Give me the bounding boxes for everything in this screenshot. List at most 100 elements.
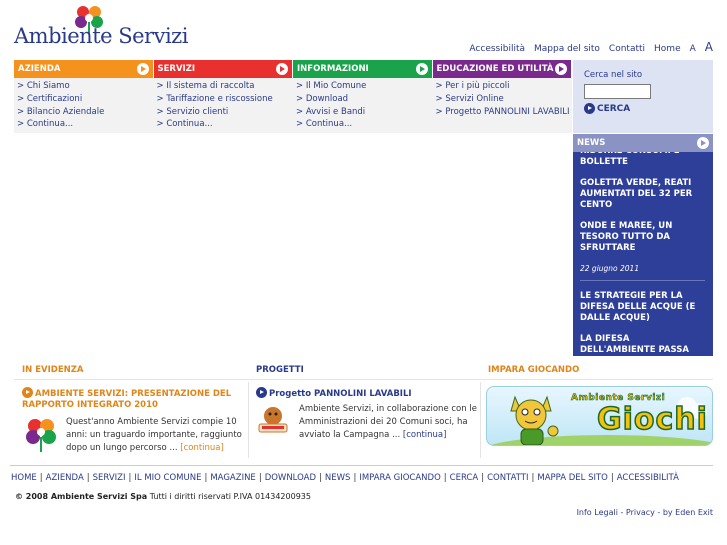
submenu-azienda: > Chi Siamo > Certificazioni > Bilancio … xyxy=(14,78,154,133)
progetti-continua-link[interactable]: [continua] xyxy=(403,430,447,440)
tab-educazione-label: EDUCAZIONE ED UTILITÀ xyxy=(436,64,554,74)
footer-divider xyxy=(10,465,713,466)
arrow-right-icon xyxy=(22,387,33,398)
tab-informazioni-label: INFORMAZIONI xyxy=(297,64,369,74)
legal-links[interactable]: Info Legali - Privacy - by Eden Exit xyxy=(577,508,713,517)
topnav-contatti-link[interactable]: Contatti xyxy=(609,44,645,54)
copyright-company: © 2008 Ambiente Servizi Spa xyxy=(15,492,148,501)
submenu-link[interactable]: > Il Mio Comune xyxy=(296,80,433,93)
footer-separator: | xyxy=(128,473,132,483)
news-item[interactable]: LA DIFESA DELL'AMBIENTE PASSA ANCHE PER xyxy=(580,334,705,356)
news-item[interactable]: ONDE E MAREE, UN TESORO TUTTO DA SFRUTTA… xyxy=(580,221,705,254)
arrow-right-icon[interactable] xyxy=(697,137,709,149)
section-title-impara: IMPARA GIOCANDO xyxy=(488,365,580,375)
news-date: 22 giugno 2011 xyxy=(580,264,705,281)
tab-servizi[interactable]: SERVIZI xyxy=(153,60,293,78)
footer-separator: | xyxy=(39,473,43,483)
footer-link-mio-comune[interactable]: IL MIO COMUNE xyxy=(134,473,201,483)
submenu-link[interactable]: > Download xyxy=(296,93,433,106)
submenu-link[interactable]: > Continua... xyxy=(296,118,433,131)
tab-servizi-label: SERVIZI xyxy=(157,64,196,74)
arrow-right-icon[interactable] xyxy=(276,63,288,75)
footer-link-cerca[interactable]: CERCA xyxy=(450,473,479,483)
text-size-large-button[interactable]: A xyxy=(705,40,713,54)
footer-link-azienda[interactable]: AZIENDA xyxy=(46,473,84,483)
footer-separator: | xyxy=(481,473,485,483)
footer-separator: | xyxy=(443,473,447,483)
tab-azienda[interactable]: AZIENDA xyxy=(14,60,154,78)
section-divider xyxy=(14,379,713,380)
arrow-right-icon xyxy=(584,103,595,114)
cat-mascot-image xyxy=(510,395,559,445)
tab-educazione[interactable]: EDUCAZIONE ED UTILITÀ xyxy=(432,60,572,78)
news-panel: NEWS RIDURRE CONSUMI E BOLLETTE GOLETTA … xyxy=(573,134,713,356)
news-item[interactable]: LE STRATEGIE PER LA DIFESA DELLE ACQUE (… xyxy=(580,291,705,324)
submenu-link[interactable]: > Chi Siamo xyxy=(17,80,154,93)
footer-link-impara[interactable]: IMPARA GIOCANDO xyxy=(359,473,440,483)
evidenza-headline[interactable]: AMBIENTE SERVIZI: PRESENTAZIONE DEL RAPP… xyxy=(22,387,242,411)
submenu-link[interactable]: > Servizio clienti xyxy=(157,106,294,119)
footer-separator: | xyxy=(204,473,208,483)
section-title-progetti: PROGETTI xyxy=(256,365,304,375)
submenu-informazioni: > Il Mio Comune > Download > Avvisi e Ba… xyxy=(293,78,433,133)
submenu-link[interactable]: > Continua... xyxy=(17,118,154,131)
news-title: NEWS xyxy=(577,138,606,148)
topnav-accessibilita-link[interactable]: Accessibilità xyxy=(469,44,525,54)
footer-navigation: HOME | AZIENDA | SERVIZI | IL MIO COMUNE | M… xyxy=(11,473,679,483)
footer-link-accessibilita[interactable]: ACCESSIBILITÀ xyxy=(617,473,679,483)
news-header[interactable]: NEWS xyxy=(573,134,713,152)
footer-link-download[interactable]: DOWNLOAD xyxy=(265,473,316,483)
submenu-educazione: > Per i più piccoli > Servizi Online > P… xyxy=(433,78,573,133)
submenu-link[interactable]: > Avvisi e Bandi xyxy=(296,106,433,119)
submenu-link[interactable]: > Tariffazione e riscossione xyxy=(157,93,294,106)
footer-link-contatti[interactable]: CONTATTI xyxy=(487,473,528,483)
column-divider xyxy=(480,382,481,458)
main-menu: AZIENDA SERVIZI INFORMAZIONI EDUCAZIONE … xyxy=(14,60,572,78)
tab-informazioni[interactable]: INFORMAZIONI xyxy=(293,60,433,78)
progetti-body: Ambiente Servizi, in collaborazione con … xyxy=(299,404,477,440)
submenu-link[interactable]: > Progetto PANNOLINI LAVABILI xyxy=(436,106,573,119)
arrow-right-icon[interactable] xyxy=(555,63,567,75)
text-size-small-button[interactable]: A xyxy=(690,44,696,54)
arrow-right-icon[interactable] xyxy=(415,63,428,75)
arrow-right-icon xyxy=(256,387,267,398)
evidenza-continua-link[interactable]: [continua] xyxy=(180,443,224,453)
submenu-link[interactable]: > Il sistema di raccolta xyxy=(157,80,294,93)
topnav-home-link[interactable]: Home xyxy=(654,44,681,54)
search-input[interactable] xyxy=(584,84,651,99)
search-button-label: CERCA xyxy=(597,103,631,114)
search-button[interactable]: CERCA xyxy=(584,103,713,114)
submenu-link[interactable]: > Per i più piccoli xyxy=(436,80,573,93)
footer-link-mappa[interactable]: MAPPA DEL SITO xyxy=(537,473,608,483)
footer-link-servizi[interactable]: SERVIZI xyxy=(93,473,126,483)
submenu-link[interactable]: > Servizi Online xyxy=(436,93,573,106)
news-ticker: RIDURRE CONSUMI E BOLLETTE GOLETTA VERDE… xyxy=(573,146,713,356)
footer-separator: | xyxy=(86,473,90,483)
submenu-servizi: > Il sistema di raccolta > Tariffazione … xyxy=(154,78,294,133)
copyright-rest: Tutti i diritti riservati P.IVA 01434200… xyxy=(147,492,311,501)
copyright: © 2008 Ambiente Servizi Spa Tutti i diri… xyxy=(15,492,311,501)
arrow-right-icon[interactable] xyxy=(136,63,149,75)
games-banner[interactable]: Ambiente Servizi Giochi xyxy=(486,386,713,446)
footer-separator: | xyxy=(353,473,357,483)
clover-logo-icon xyxy=(26,419,56,452)
tab-azienda-label: AZIENDA xyxy=(18,64,61,74)
submenu-link[interactable]: > Continua... xyxy=(157,118,294,131)
progetti-headline[interactable]: Progetto PANNOLINI LAVABILI xyxy=(256,387,412,399)
diaper-project-image xyxy=(258,407,288,433)
footer-separator: | xyxy=(319,473,322,483)
submenu-link[interactable]: > Bilancio Aziendale xyxy=(17,106,154,119)
footer-link-magazine[interactable]: MAGAZINE xyxy=(210,473,255,483)
search-box: Cerca nel sito CERCA xyxy=(573,60,713,133)
news-item[interactable]: GOLETTA VERDE, REATI AUMENTATI DEL 32 PE… xyxy=(580,178,705,211)
site-logo[interactable]: Ambiente Servizi xyxy=(14,4,188,52)
news-item[interactable]: BOLLETTE xyxy=(580,157,705,168)
brand-name: Ambiente Servizi xyxy=(14,24,188,48)
submenu-link[interactable]: > Certificazioni xyxy=(17,93,154,106)
footer-link-home[interactable]: HOME xyxy=(11,473,37,483)
submenu-panel: > Chi Siamo > Certificazioni > Bilancio … xyxy=(14,78,572,133)
search-label: Cerca nel sito xyxy=(584,70,643,80)
top-navigation: Accessibilità Mappa del sito Contatti Ho… xyxy=(469,40,713,54)
footer-link-news[interactable]: NEWS xyxy=(325,473,351,483)
topnav-mappa-link[interactable]: Mappa del sito xyxy=(534,44,600,54)
